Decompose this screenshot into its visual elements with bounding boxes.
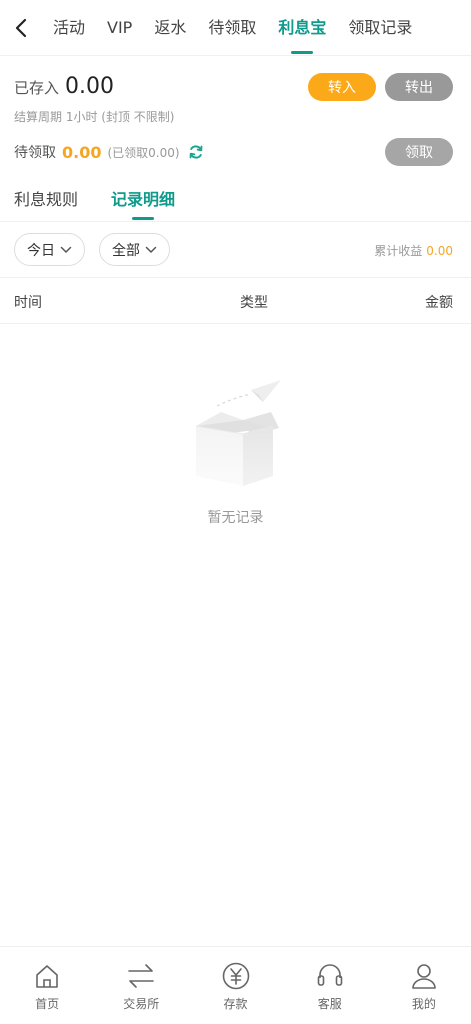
cumulative-earnings: 累计收益 0.00: [374, 242, 453, 259]
period-value: 今日: [27, 242, 55, 259]
chevron-left-icon: [15, 18, 27, 37]
pending-row: 待领取 0.00 (已领取0.00): [14, 142, 204, 162]
tab-rebate[interactable]: 返水: [143, 0, 197, 56]
refresh-icon: [189, 145, 202, 159]
tab-interest[interactable]: 利息宝: [267, 0, 337, 56]
bottom-nav-label: 首页: [35, 997, 60, 1011]
tab-interest-rules[interactable]: 利息规则: [14, 178, 78, 222]
tab-activity[interactable]: 活动: [42, 0, 96, 56]
deposited-label: 已存入: [14, 79, 60, 97]
interest-summary: 已存入 0.00 结算周期 1小时 (封顶 不限制) 转入 转出 待领取 0.0…: [0, 56, 471, 178]
chevron-down-icon: [60, 246, 72, 254]
bottom-nav-deposit[interactable]: 存款: [188, 947, 282, 1024]
bottom-nav-profile[interactable]: 我的: [377, 947, 471, 1024]
exchange-icon: [126, 961, 156, 991]
bottom-nav: 首页 交易所 存款 客服 我的: [0, 946, 471, 1024]
bottom-nav-label: 我的: [411, 997, 436, 1011]
sub-tabs: 利息规则 记录明细: [0, 178, 471, 222]
claimed-amount: (已领取0.00): [107, 145, 180, 160]
pending-label: 待领取: [14, 145, 56, 161]
refresh-button[interactable]: [188, 144, 204, 160]
empty-text: 暂无记录: [207, 510, 264, 526]
bottom-nav-label: 交易所: [123, 997, 160, 1011]
category-dropdown[interactable]: 全部: [99, 233, 170, 266]
bottom-nav-label: 客服: [317, 997, 342, 1011]
column-amount: 金额: [425, 295, 453, 311]
tab-pending[interactable]: 待领取: [197, 0, 267, 56]
tab-vip[interactable]: VIP: [96, 0, 143, 56]
claim-button[interactable]: 领取: [385, 138, 453, 166]
back-button[interactable]: [0, 0, 42, 56]
empty-box-icon: [195, 380, 281, 486]
tab-bar: 活动 VIP 返水 待领取 利息宝 领取记录: [42, 0, 423, 56]
user-icon: [409, 961, 439, 991]
yuan-icon: [221, 961, 251, 991]
earnings-label: 累计收益: [374, 244, 423, 258]
tab-record-details[interactable]: 记录明细: [111, 178, 175, 222]
transfer-out-button[interactable]: 转出: [385, 73, 453, 101]
bottom-nav-exchange[interactable]: 交易所: [94, 947, 188, 1024]
empty-state: 暂无记录: [0, 376, 471, 527]
period-dropdown[interactable]: 今日: [14, 233, 85, 266]
earnings-value: 0.00: [426, 243, 453, 258]
top-nav: 活动 VIP 返水 待领取 利息宝 领取记录: [0, 0, 471, 56]
bottom-nav-label: 存款: [223, 997, 248, 1011]
table-header: 时间 类型 金额: [0, 278, 471, 324]
bottom-nav-home[interactable]: 首页: [0, 947, 94, 1024]
home-icon: [33, 961, 61, 991]
deposited-row: 已存入 0.00: [14, 74, 114, 99]
filter-bar: 今日 全部 累计收益 0.00: [0, 222, 471, 278]
deposited-value: 0.00: [65, 74, 114, 99]
bottom-nav-support[interactable]: 客服: [283, 947, 377, 1024]
category-value: 全部: [112, 242, 140, 259]
headset-icon: [315, 961, 345, 991]
column-type: 类型: [240, 295, 268, 311]
transfer-in-button[interactable]: 转入: [308, 73, 376, 101]
settlement-cycle: 结算周期 1小时 (封顶 不限制): [14, 110, 175, 124]
column-time: 时间: [14, 295, 42, 311]
tab-claim-history[interactable]: 领取记录: [337, 0, 423, 56]
chevron-down-icon: [145, 246, 157, 254]
pending-value: 0.00: [62, 142, 102, 162]
